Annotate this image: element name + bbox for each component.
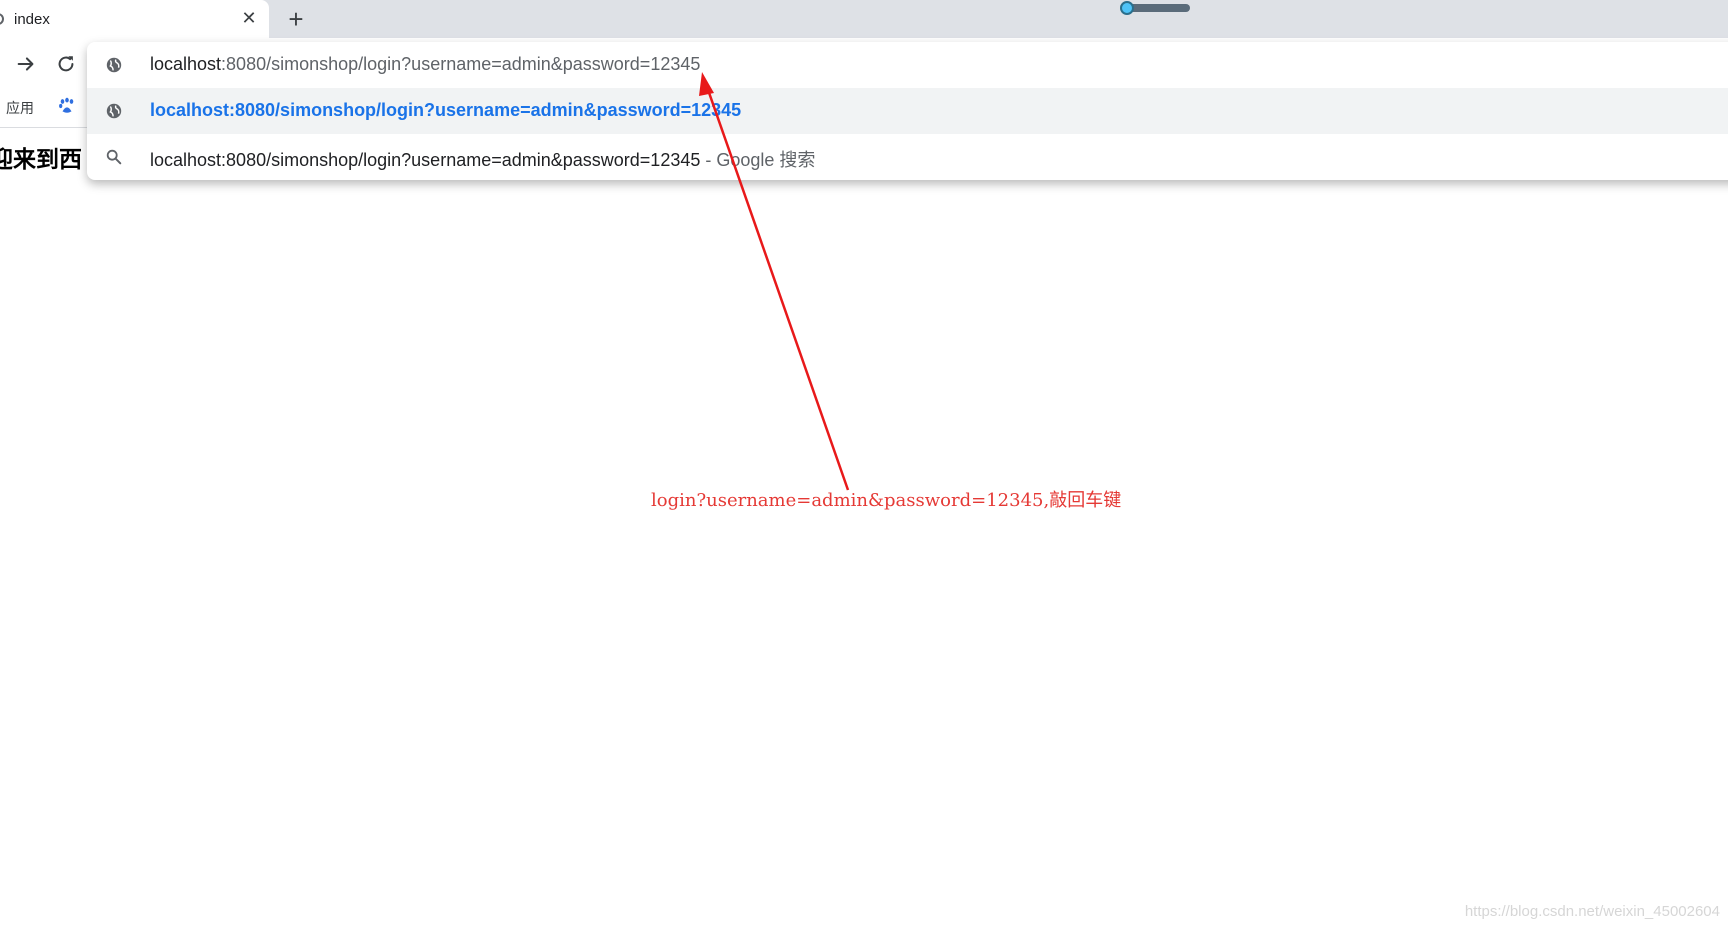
page-heading: 迎来到西 bbox=[0, 147, 82, 173]
address-path: :8080/simonshop/login?username=admin&pas… bbox=[221, 54, 701, 74]
address-host: localhost bbox=[150, 54, 222, 74]
suggestion-search[interactable]: localhost:8080/simonshop/login?username=… bbox=[87, 134, 1728, 180]
new-tab-button[interactable]: + bbox=[284, 6, 308, 32]
address-bar[interactable]: localhost:8080/simonshop/login?username=… bbox=[87, 42, 1728, 88]
zoom-slider-knob[interactable] bbox=[1120, 1, 1134, 15]
arrow-right-icon bbox=[17, 57, 34, 71]
address-input[interactable]: localhost:8080/simonshop/login?username=… bbox=[150, 54, 700, 75]
reload-button[interactable] bbox=[50, 48, 82, 80]
forward-button[interactable] bbox=[10, 48, 42, 80]
bookmark-apps[interactable]: 应用 bbox=[6, 98, 34, 118]
suggestion-search-suffix: - Google 搜索 bbox=[700, 150, 816, 170]
tab-index[interactable]: index ✕ bbox=[0, 0, 269, 38]
close-tab-icon[interactable]: ✕ bbox=[239, 8, 259, 28]
suggestion-url-text: localhost:8080/simonshop/login?username=… bbox=[150, 100, 742, 120]
globe-icon bbox=[106, 57, 122, 73]
annotation-text: login?username=admin&password=12345,敲回车键 bbox=[651, 490, 1122, 511]
suggestion-search-query: localhost:8080/simonshop/login?username=… bbox=[150, 150, 701, 170]
reload-icon bbox=[58, 56, 74, 72]
suggestion-url[interactable]: localhost:8080/simonshop/login?username=… bbox=[87, 88, 1728, 134]
watermark: https://blog.csdn.net/weixin_45002604 bbox=[1464, 903, 1720, 920]
baidu-paw-icon[interactable] bbox=[58, 97, 76, 115]
page-favicon-icon bbox=[0, 13, 4, 25]
omnibox-dropdown: localhost:8080/simonshop/login?username=… bbox=[87, 42, 1728, 180]
search-icon bbox=[106, 149, 122, 165]
tab-title: index bbox=[14, 11, 50, 28]
tab-strip: index ✕ + bbox=[0, 0, 1728, 38]
globe-icon bbox=[106, 103, 122, 119]
suggestion-search-text: localhost:8080/simonshop/login?username=… bbox=[150, 146, 815, 172]
